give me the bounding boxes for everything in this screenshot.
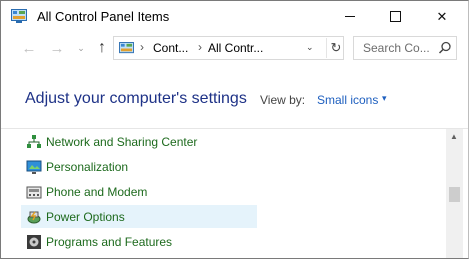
search-input[interactable]: Search Co...: [363, 41, 430, 55]
breadcrumb-separator-icon[interactable]: ›: [140, 40, 144, 54]
view-by-dropdown[interactable]: Small icons: [317, 93, 378, 107]
close-button[interactable]: ✕: [419, 1, 465, 32]
item-label: Phone and Modem: [46, 185, 148, 199]
breadcrumb-control-panel[interactable]: Cont...: [153, 41, 188, 55]
title-bar[interactable]: All Control Panel Items ✕: [1, 1, 468, 32]
recent-locations-button[interactable]: ⌄: [71, 38, 91, 58]
item-label: Network and Sharing Center: [46, 135, 198, 149]
maximize-button[interactable]: [372, 1, 418, 32]
minimize-icon: [345, 16, 355, 17]
page-title: Adjust your computer's settings: [25, 90, 247, 107]
breadcrumb-separator-icon[interactable]: ›: [198, 40, 202, 54]
control-panel-icon: [119, 42, 134, 55]
refresh-button[interactable]: ↻: [326, 38, 345, 58]
up-arrow-icon: ↑: [98, 39, 106, 56]
phone-modem-icon: [26, 184, 42, 200]
back-arrow-icon: ←: [21, 39, 37, 57]
view-by-arrow-icon[interactable]: ▾: [382, 93, 387, 104]
scroll-up-icon[interactable]: ▲: [450, 132, 458, 141]
items-list: Network and Sharing Center Personalizati…: [1, 128, 468, 258]
network-icon: [26, 134, 42, 150]
close-icon: ✕: [436, 8, 448, 24]
view-by-label: View by:: [260, 93, 306, 107]
power-options-icon: [26, 209, 42, 225]
item-label: Programs and Features: [46, 235, 173, 249]
vertical-scrollbar[interactable]: ▲: [446, 129, 463, 258]
search-box[interactable]: Search Co...: [353, 36, 457, 60]
address-bar[interactable]: › Cont... › All Contr... ⌄ ↻: [113, 36, 344, 60]
control-panel-window: All Control Panel Items ✕ ← → ⌄ ↑ › Cont…: [0, 0, 469, 259]
up-button[interactable]: ↑: [92, 38, 112, 58]
list-item-personalization[interactable]: Personalization: [21, 155, 257, 178]
control-panel-icon: [11, 9, 27, 23]
forward-arrow-icon: →: [49, 39, 65, 57]
item-label: Power Options: [46, 210, 125, 224]
window-title: All Control Panel Items: [37, 9, 170, 24]
address-dropdown-icon[interactable]: ⌄: [306, 42, 314, 53]
list-item-programs-features[interactable]: Programs and Features: [21, 230, 257, 253]
refresh-icon: ↻: [330, 40, 342, 55]
list-item-phone-modem[interactable]: Phone and Modem: [21, 180, 257, 203]
list-item-network-sharing[interactable]: Network and Sharing Center: [21, 130, 257, 153]
scrollbar-thumb[interactable]: [449, 187, 460, 202]
breadcrumb-all-items[interactable]: All Contr...: [208, 41, 263, 55]
programs-features-icon: [26, 234, 42, 250]
forward-button[interactable]: →: [47, 38, 67, 58]
item-label: Personalization: [46, 160, 129, 174]
personalization-icon: [26, 159, 42, 175]
maximize-icon: [389, 11, 401, 22]
search-icon[interactable]: [438, 41, 452, 55]
back-button[interactable]: ←: [19, 38, 39, 58]
minimize-button[interactable]: [327, 1, 373, 32]
list-item-power-options[interactable]: Power Options: [21, 205, 257, 228]
chevron-down-icon: ⌄: [77, 42, 85, 53]
